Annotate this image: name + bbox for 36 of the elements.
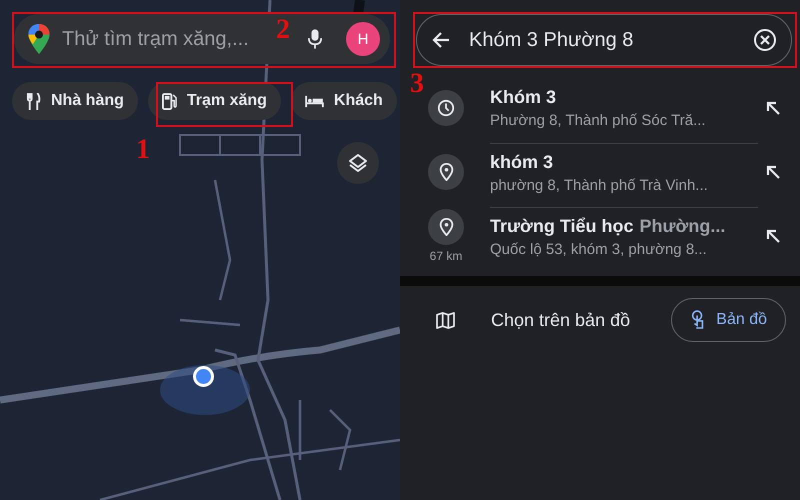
result-title: khóm 3 (490, 152, 554, 172)
location-pin-icon (428, 154, 464, 190)
annotation-number: 2 (276, 16, 290, 44)
fill-query-arrow-icon[interactable] (766, 101, 780, 115)
search-query: Khóm 3 Phường 8 (469, 28, 634, 52)
layers-icon (348, 153, 368, 173)
microphone-icon[interactable] (308, 29, 322, 49)
map-button[interactable]: Bản đồ (671, 298, 786, 342)
search-field[interactable]: Khóm 3 Phường 8 (416, 14, 792, 66)
annotation-number: 3 (410, 70, 424, 98)
result-title: Trường Tiểu học (490, 216, 634, 236)
category-chip[interactable]: Nhà hàng (12, 82, 138, 120)
clock-icon (428, 90, 464, 126)
result-subtitle: phường 8, Thành phố Trà Vinh... (490, 176, 709, 194)
back-arrow-icon[interactable] (431, 30, 451, 50)
avatar[interactable]: H (346, 22, 380, 56)
map-pin-logo-icon (28, 24, 50, 54)
result-subtitle: Phường 8, Thành phố Sóc Tră... (490, 112, 707, 129)
clear-icon[interactable] (753, 28, 777, 52)
result-subtitle: Quốc lộ 53, khóm 3, phường 8... (490, 240, 708, 258)
annotation-number: 1 (136, 136, 150, 164)
search-result[interactable]: Khóm 3 Phường 8, Thành phố Sóc Tră... (426, 76, 800, 140)
fill-query-arrow-icon[interactable] (766, 229, 780, 243)
choose-on-map-label: Chọn trên bản đồ (491, 310, 632, 330)
location-pin-icon (428, 209, 464, 245)
bed-icon (304, 94, 324, 108)
fill-query-arrow-icon[interactable] (766, 165, 780, 179)
distance-label: 67 km (430, 249, 462, 263)
result-title: Khóm 3 (490, 87, 556, 108)
search-result[interactable]: 67 km Trường Tiểu học Phường... Quốc lộ 53, khóm 3, phường 8... (426, 204, 800, 268)
fork-knife-icon (26, 92, 41, 110)
search-result[interactable]: khóm 3 phường 8, Thành phố Trà Vinh... (426, 140, 800, 204)
category-chip[interactable]: Khách (290, 82, 397, 120)
map-icon (436, 312, 455, 328)
fuel-pump-icon (162, 92, 177, 110)
result-title-extra: Phường... (640, 216, 726, 236)
